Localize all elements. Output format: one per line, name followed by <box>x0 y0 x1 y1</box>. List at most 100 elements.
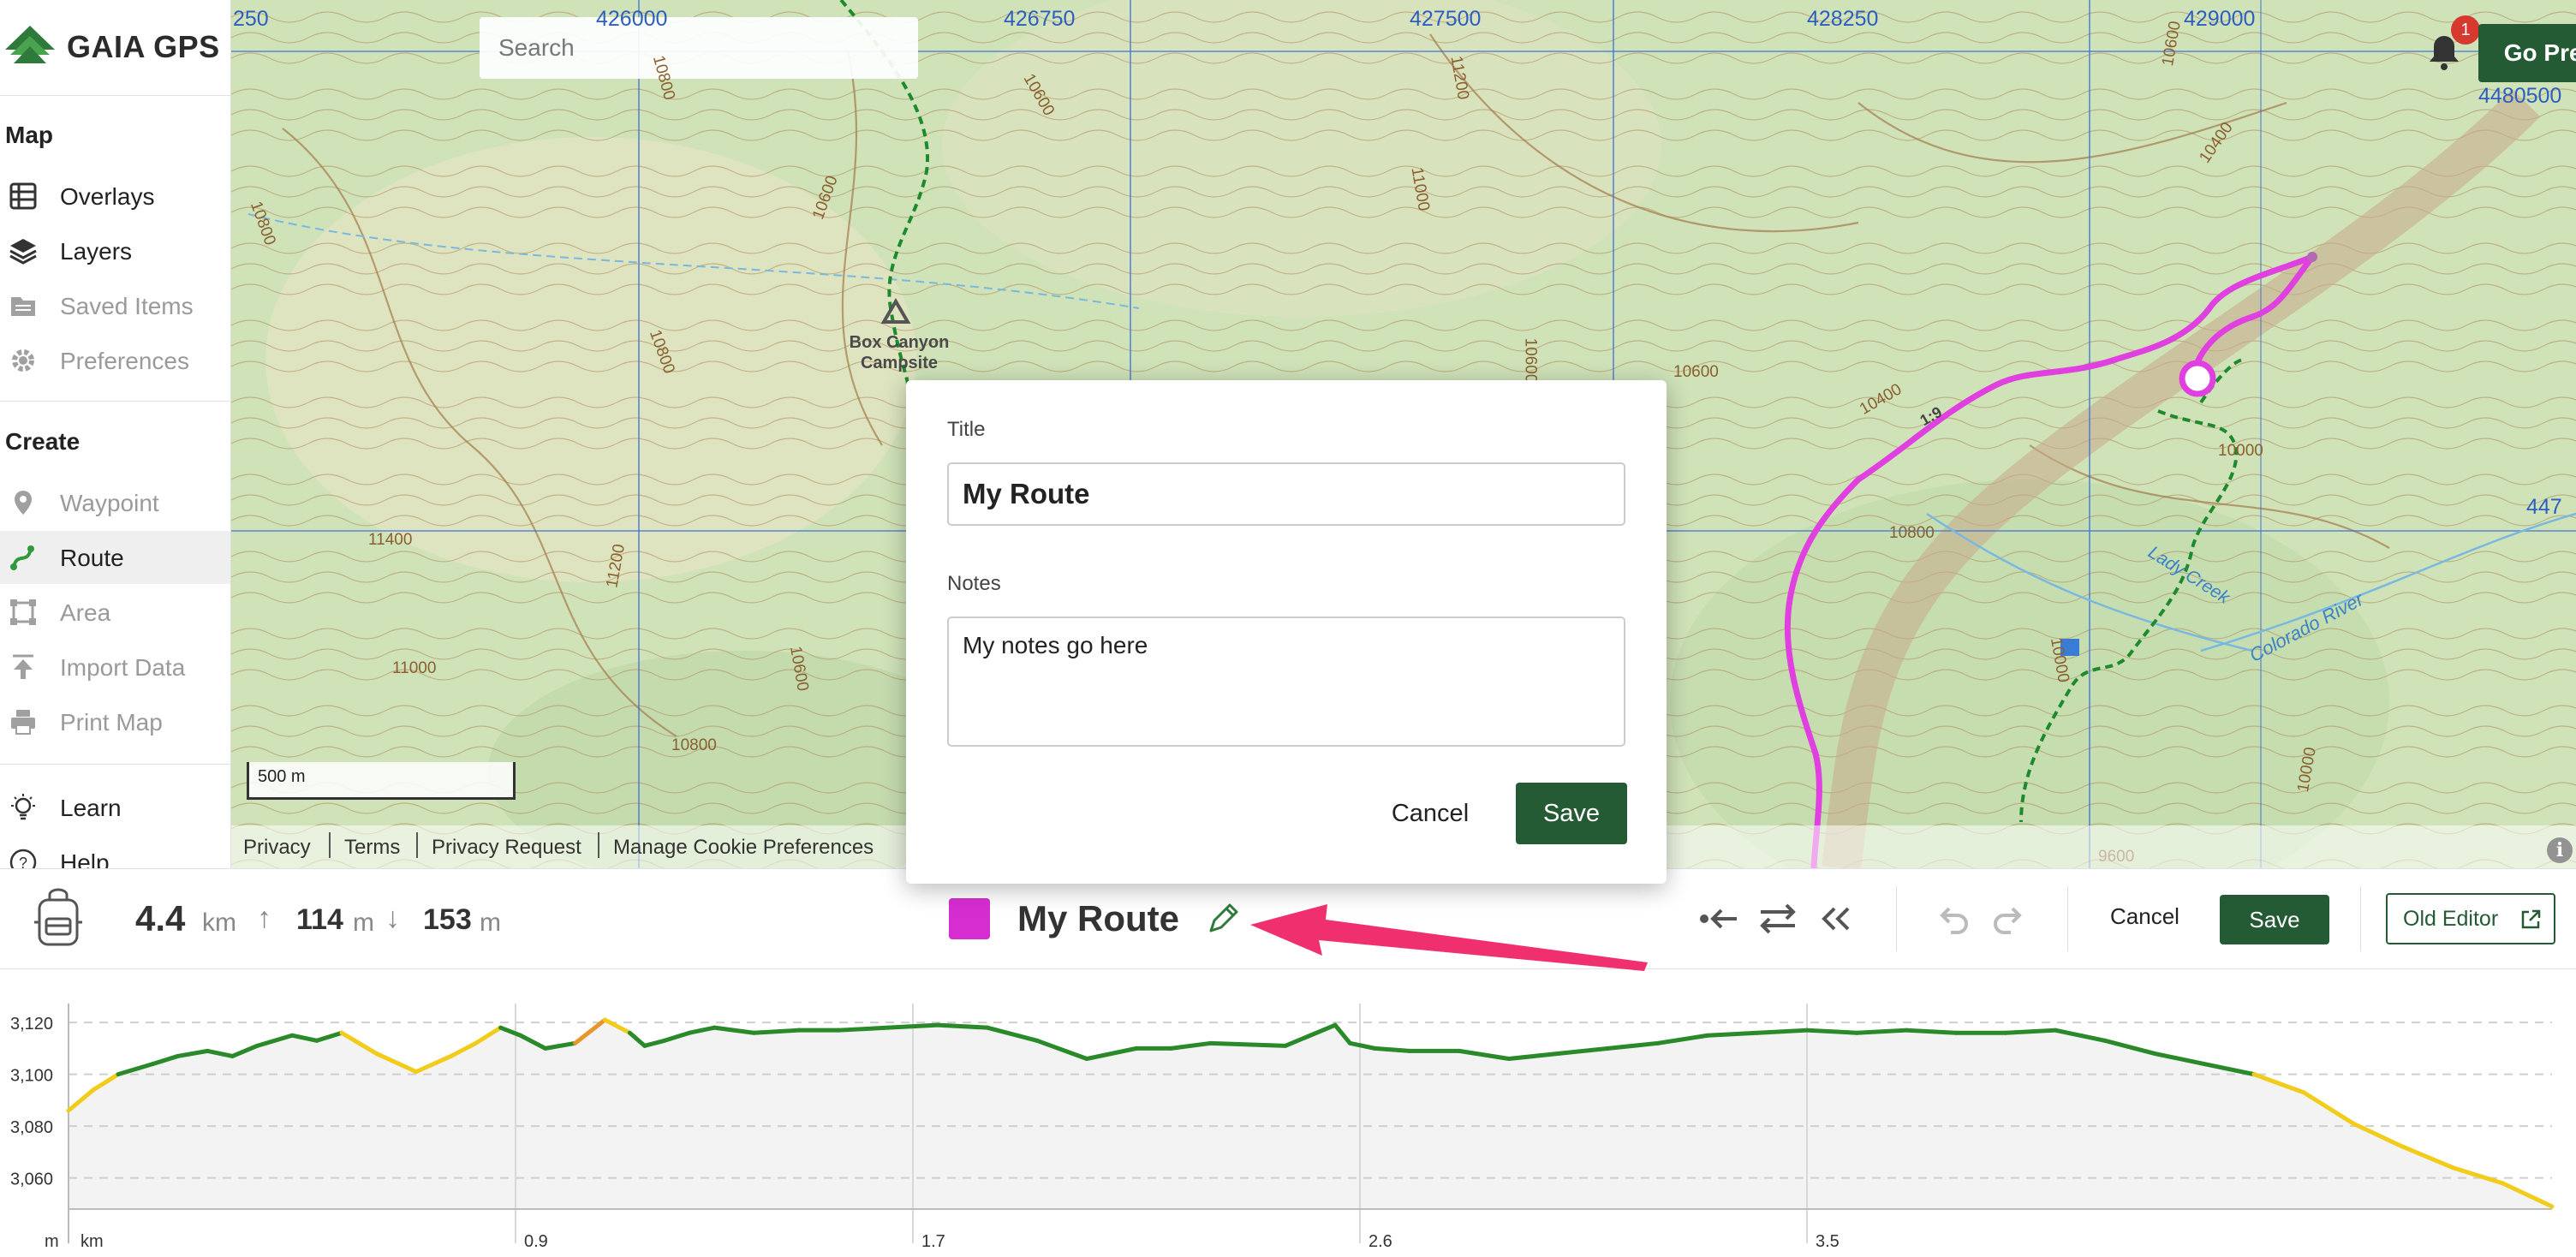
terms-link[interactable]: Terms <box>344 836 400 860</box>
sidebar-item-learn[interactable]: Learn <box>0 781 230 834</box>
contour-label: 10600 <box>1521 337 1540 384</box>
title-input[interactable]: My Route <box>947 462 1625 526</box>
cookie-preferences-link[interactable]: Manage Cookie Preferences <box>613 836 874 860</box>
double-chevron-left-icon[interactable] <box>1814 897 1858 941</box>
printer-icon <box>11 710 35 735</box>
ascent-unit: m <box>353 908 374 937</box>
route-save-button[interactable]: Save <box>2220 895 2329 944</box>
reverse-route-icon[interactable] <box>1756 897 1800 941</box>
sidebar-item-saved-items[interactable]: Saved Items <box>0 279 230 332</box>
help-icon: ? <box>9 849 37 868</box>
elevation-line-segment <box>2003 1028 2058 1035</box>
external-link-icon <box>2521 909 2541 929</box>
backpack-icon <box>34 888 82 946</box>
footer-separator <box>329 832 331 858</box>
route-icon <box>10 545 34 570</box>
gaia-logo-icon <box>5 26 55 63</box>
route-color-swatch[interactable] <box>949 898 990 939</box>
sidebar-item-import-data[interactable]: Import Data <box>0 640 230 694</box>
elevation-line-segment <box>1904 1028 1959 1035</box>
grid-label: 426750 <box>1004 7 1076 31</box>
elevation-line-segment <box>1755 1028 1810 1035</box>
arrow-down-icon: ↓ <box>385 902 400 934</box>
undo-icon[interactable] <box>1930 897 1975 941</box>
arrow-up-icon: ↑ <box>257 902 271 934</box>
sidebar-item-label: Help <box>60 849 110 868</box>
footer-separator <box>416 832 418 858</box>
app-name: GAIA GPS <box>67 29 220 64</box>
layers-icon <box>9 239 37 265</box>
contour-label: 10800 <box>1889 524 1935 542</box>
sidebar-item-area[interactable]: Area <box>0 586 230 639</box>
sidebar-item-label: Preferences <box>60 348 189 374</box>
elevation-line-segment <box>1372 1046 1412 1053</box>
go-premium-button[interactable]: Go Premium <box>2478 24 2576 82</box>
search-placeholder: Search <box>498 34 575 61</box>
x-tick-label: 2.6 <box>1368 1232 1392 1251</box>
grid-label: 250 <box>233 7 269 31</box>
privacy-link[interactable]: Privacy <box>243 836 311 860</box>
contour-label: 10000 <box>2218 442 2263 460</box>
sidebar-item-print-map[interactable]: Print Map <box>0 695 230 748</box>
sidebar-item-route[interactable]: Route <box>0 531 230 584</box>
redo-icon[interactable] <box>1987 897 2031 941</box>
campsite-name-line1: Box Canyon <box>849 333 950 352</box>
contour-label: 11400 <box>368 531 413 549</box>
campsite-name-line2: Campsite <box>860 354 939 372</box>
section-map: Map <box>5 122 53 148</box>
sidebar-item-label: Saved Items <box>60 293 194 319</box>
gear-icon <box>12 349 34 372</box>
toolbar-separator <box>2360 886 2361 951</box>
elevation-line-segment <box>886 1022 940 1030</box>
route-cancel-button[interactable]: Cancel <box>2110 903 2179 930</box>
descent-unit: m <box>480 908 501 937</box>
elevation-line-segment <box>1208 1040 1288 1048</box>
privacy-request-link[interactable]: Privacy Request <box>432 836 581 860</box>
search-box[interactable]: Search <box>480 17 918 79</box>
elevation-profile[interactable]: 3,060 3,080 3,100 3,120 0.9 1.7 2.6 3.5 m km <box>0 969 2576 1257</box>
contour-label: 10600 <box>1673 363 1719 381</box>
app-logo[interactable]: GAIA GPS <box>0 0 230 96</box>
sidebar-item-help[interactable]: ? Help <box>0 836 230 868</box>
elevation-line-segment <box>836 1025 891 1033</box>
x-axis-unit: km <box>80 1232 104 1251</box>
sidebar-divider <box>0 764 230 765</box>
edit-route-dialog: Title My Route Notes My notes go here Ca… <box>906 380 1667 884</box>
sidebar-item-label: Print Map <box>60 709 163 736</box>
sidebar-item-waypoint[interactable]: Waypoint <box>0 476 230 529</box>
x-tick-label: 0.9 <box>524 1232 548 1251</box>
sidebar-item-layers[interactable]: Layers <box>0 224 230 277</box>
grid-label: 447 <box>2526 495 2562 519</box>
y-tick-label: 3,060 <box>10 1171 53 1189</box>
descent-value: 153 <box>423 903 472 936</box>
x-tick-label: 1.7 <box>921 1232 945 1251</box>
footer-separator <box>598 832 599 858</box>
title-label: Title <box>947 418 986 441</box>
route-to-start-icon[interactable] <box>1697 897 1742 941</box>
scale-label: 500 m <box>258 767 306 786</box>
elevation-chart: 3,060 3,080 3,100 3,120 0.9 1.7 2.6 3.5 m km <box>10 1004 2555 1251</box>
dialog-cancel-button[interactable]: Cancel <box>1372 783 1488 844</box>
overlays-icon <box>9 182 37 210</box>
sidebar-item-label: Overlays <box>60 183 155 210</box>
elevation-line-segment <box>1854 1028 1909 1035</box>
elevation-line-segment <box>935 1022 990 1030</box>
contour-label: 10800 <box>671 736 717 754</box>
sidebar-item-overlays[interactable]: Overlays <box>0 170 230 223</box>
y-tick-label: 3,120 <box>10 1015 53 1034</box>
toolbar-separator <box>1896 886 1897 951</box>
route-name: My Route <box>1017 898 1179 938</box>
dialog-save-button[interactable]: Save <box>1516 783 1627 844</box>
grid-label: 426000 <box>596 7 668 31</box>
elevation-line-segment <box>751 1028 802 1035</box>
pencil-icon[interactable] <box>1204 900 1242 938</box>
sidebar-item-preferences[interactable]: Preferences <box>0 334 230 387</box>
sidebar-item-label: Route <box>60 545 124 571</box>
contour-label: 11000 <box>392 659 437 677</box>
pin-icon <box>15 491 32 515</box>
elevation-area <box>69 1020 2552 1209</box>
old-editor-button[interactable]: Old Editor <box>2386 893 2555 944</box>
notes-textarea[interactable]: My notes go here <box>947 617 1625 747</box>
scale-bar: 500 m <box>247 762 516 800</box>
campsite-label[interactable]: Box Canyon Campsite <box>831 332 968 373</box>
